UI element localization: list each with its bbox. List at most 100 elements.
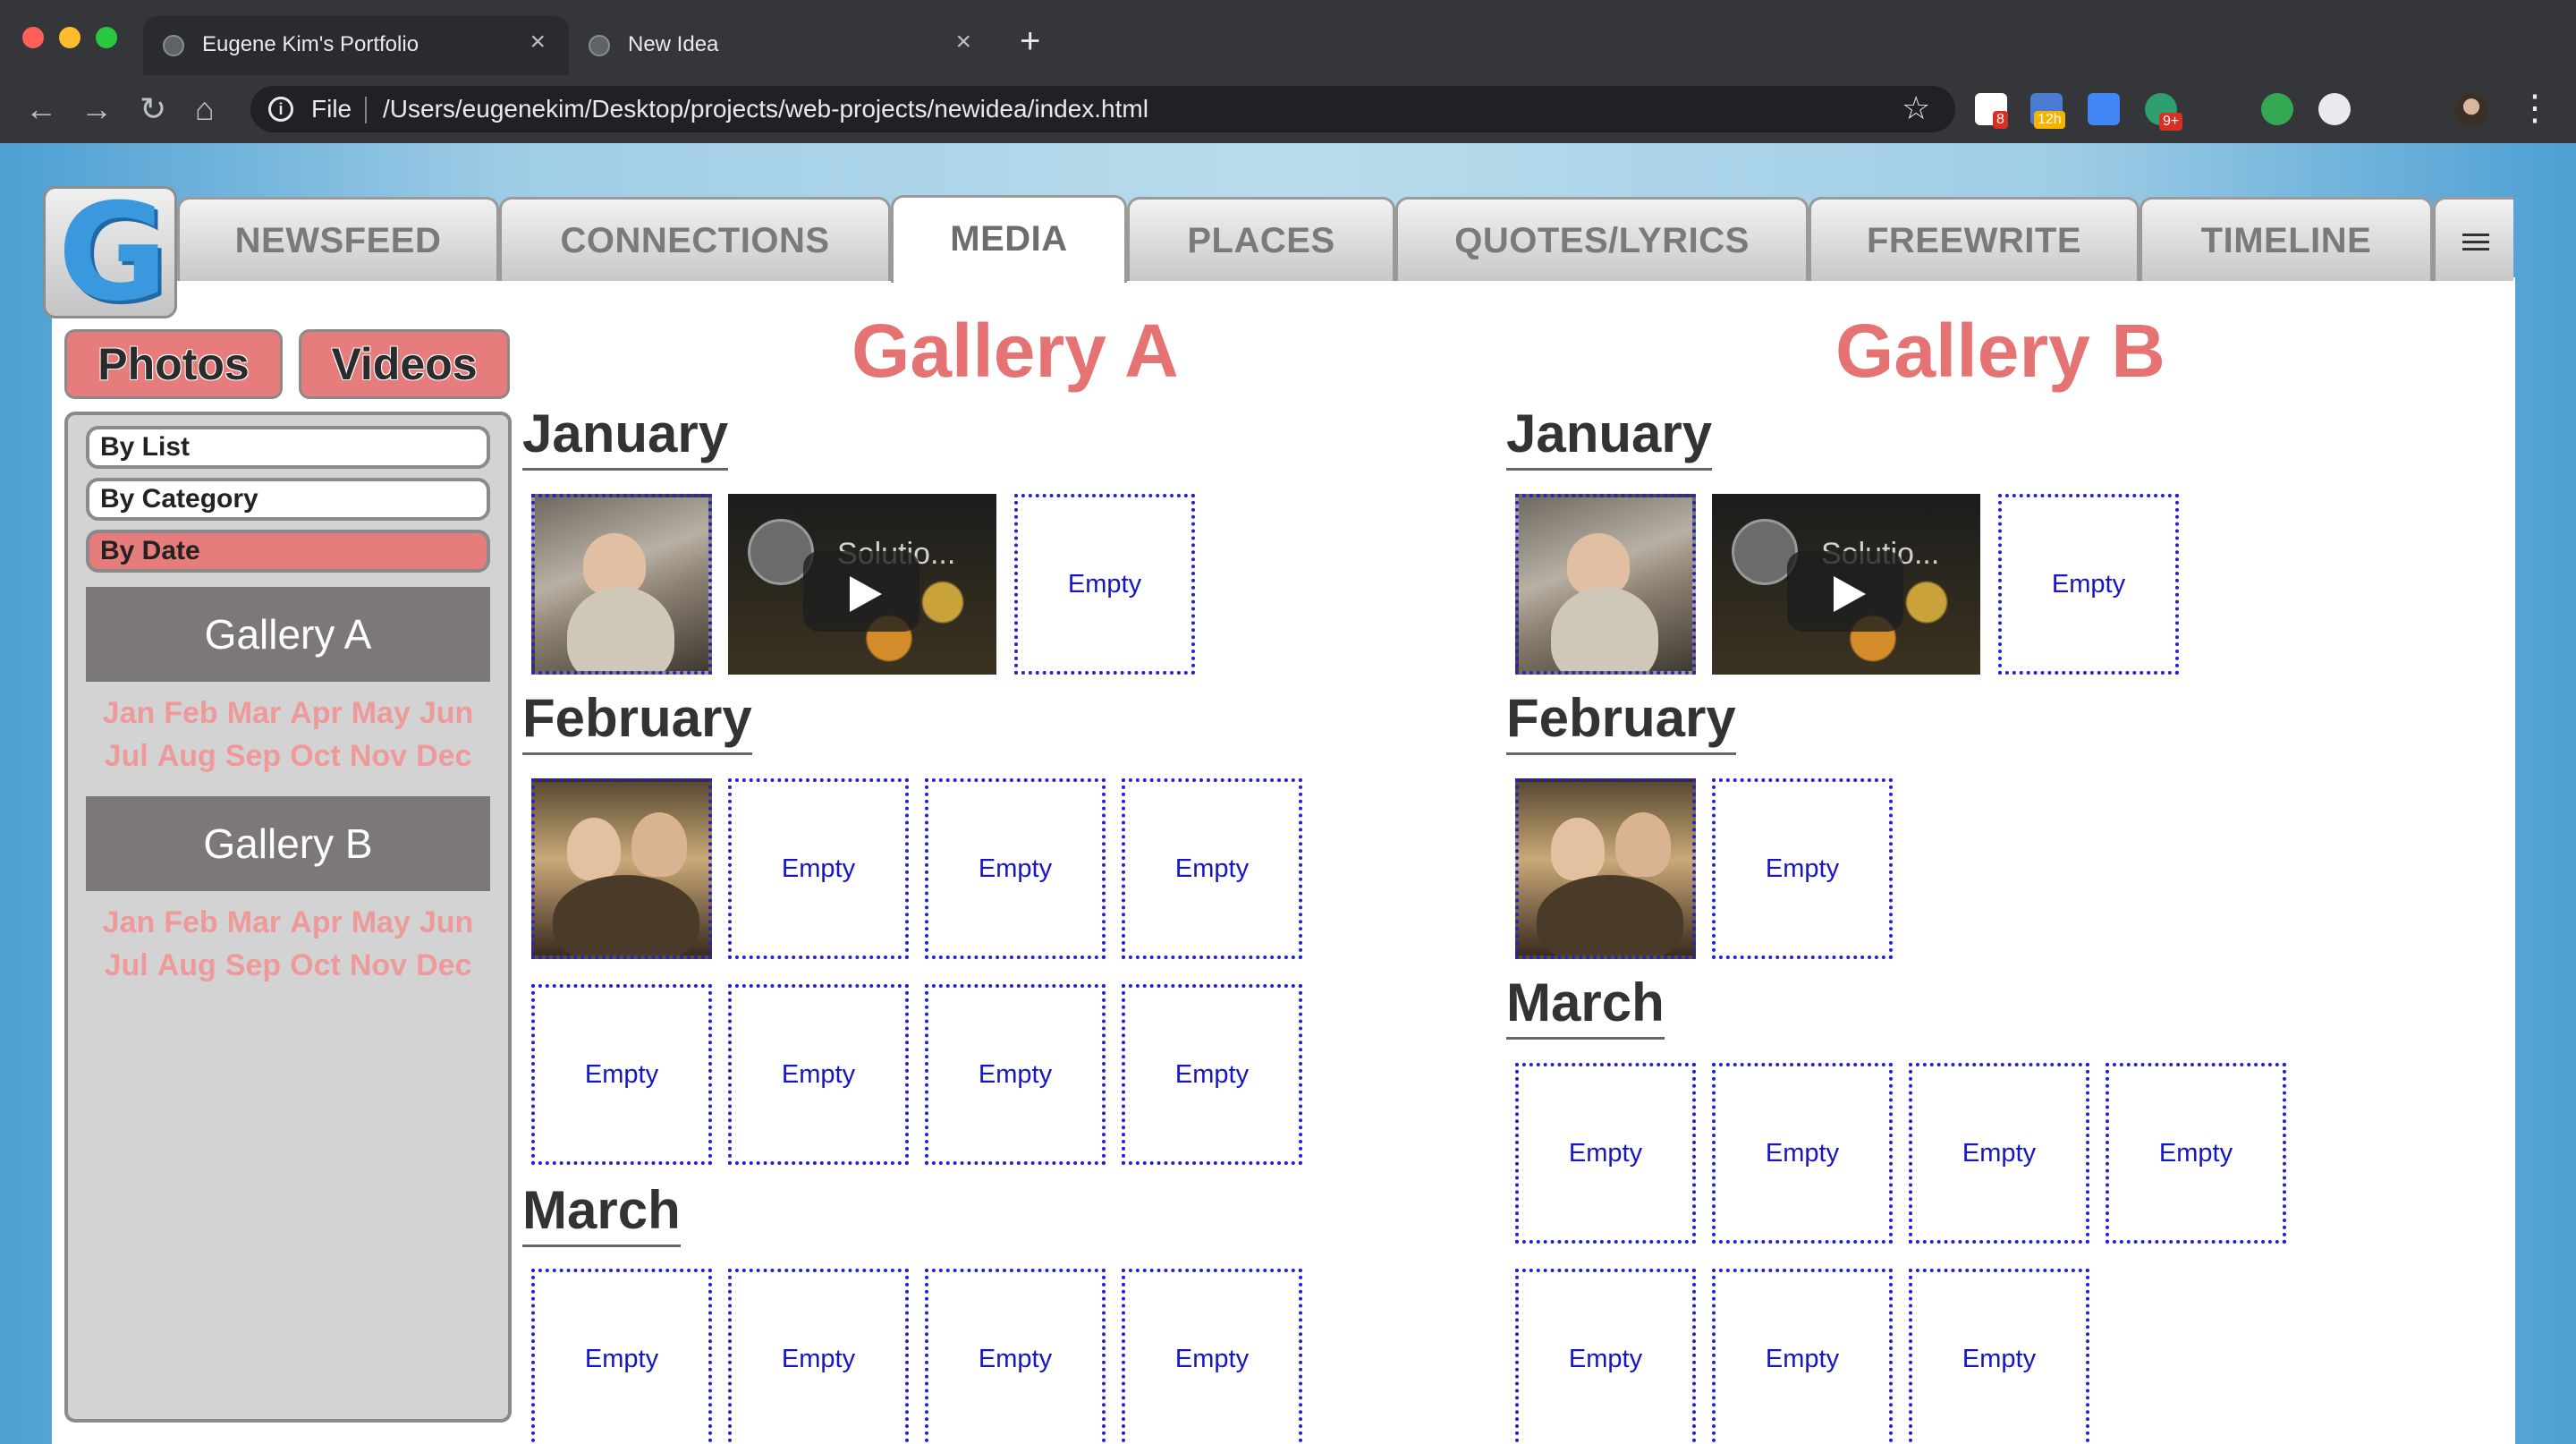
photo-thumbnail[interactable]	[1515, 494, 1696, 675]
empty-slot[interactable]: Empty	[728, 1269, 909, 1444]
month-link[interactable]: Feb	[164, 696, 217, 731]
close-tab-icon[interactable]: ×	[530, 27, 546, 57]
month-link[interactable]: Jun	[419, 696, 473, 731]
empty-slot[interactable]: Empty	[1122, 778, 1302, 959]
clock-extension-icon[interactable]	[2318, 93, 2351, 125]
empty-slot[interactable]: Empty	[531, 1269, 712, 1444]
month-link[interactable]: Feb	[164, 905, 217, 940]
photo-thumbnail[interactable]	[531, 494, 712, 675]
empty-slot[interactable]: Empty	[1122, 1269, 1302, 1444]
close-tab-icon[interactable]: ×	[955, 27, 971, 57]
tab-newsfeed[interactable]: NEWSFEED	[177, 197, 499, 281]
month-link[interactable]: Aug	[157, 739, 216, 774]
empty-slot[interactable]: Empty	[1712, 778, 1893, 959]
r-extension-icon[interactable]	[2202, 93, 2234, 125]
empty-slot[interactable]: Empty	[2106, 1063, 2286, 1244]
sidebar-gallery-b[interactable]: Gallery B	[86, 796, 490, 891]
home-icon[interactable]: ⌂	[195, 89, 215, 129]
gallery-a-months-row1: Jan Feb Mar Apr May Jun	[86, 696, 490, 731]
browser-menu-icon[interactable]: ⋮	[2517, 88, 2553, 129]
empty-slot[interactable]: Empty	[925, 1269, 1106, 1444]
empty-slot[interactable]: Empty	[925, 984, 1106, 1165]
sort-by-list-button[interactable]: By List	[86, 426, 490, 469]
grammarly-extension-icon[interactable]: 9+	[2145, 93, 2183, 131]
month-link[interactable]: Sep	[225, 948, 281, 983]
month-link[interactable]: Dec	[416, 948, 471, 983]
month-link[interactable]: Oct	[290, 948, 341, 983]
empty-slot[interactable]: Empty	[1909, 1063, 2089, 1244]
month-link[interactable]: Apr	[290, 696, 343, 731]
month-heading-january: January	[1506, 403, 1713, 471]
empty-slot[interactable]: Empty	[1712, 1063, 1893, 1244]
empty-slot[interactable]: Empty	[1998, 494, 2179, 675]
empty-slot[interactable]: Empty	[1122, 984, 1302, 1165]
empty-slot[interactable]: Empty	[728, 984, 909, 1165]
empty-slot[interactable]: Empty	[531, 984, 712, 1165]
tab-freewrite[interactable]: FREEWRITE	[1809, 197, 2140, 281]
new-tab-button[interactable]: +	[1020, 23, 1040, 59]
month-link[interactable]: Sep	[225, 739, 281, 774]
month-link[interactable]: Jan	[103, 696, 156, 731]
extension-badge: 9+	[2159, 113, 2183, 131]
video-thumbnail[interactable]: Solutio...	[1712, 494, 1980, 675]
globe-icon	[163, 35, 184, 56]
empty-slot[interactable]: Empty	[1712, 1269, 1893, 1444]
empty-slot[interactable]: Empty	[1515, 1063, 1696, 1244]
browser-tab-new-idea[interactable]: New Idea ×	[569, 16, 995, 75]
video-thumbnail[interactable]: Solutio...	[728, 494, 996, 675]
person-body	[1551, 587, 1658, 671]
photo-thumbnail[interactable]	[1515, 778, 1696, 959]
bookmark-star-icon[interactable]: ☆	[1902, 89, 1930, 127]
month-link[interactable]: Oct	[290, 739, 341, 774]
month-link[interactable]: May	[352, 905, 411, 940]
gmail-extension-icon[interactable]: 8	[1975, 93, 2008, 129]
browser-tab-portfolio[interactable]: Eugene Kim's Portfolio ×	[143, 16, 569, 75]
forward-icon[interactable]: →	[80, 89, 113, 129]
month-link[interactable]: Aug	[157, 948, 216, 983]
green-extension-icon[interactable]	[2261, 93, 2293, 125]
month-link[interactable]: Apr	[290, 905, 343, 940]
empty-slot[interactable]: Empty	[925, 778, 1106, 959]
month-link[interactable]: Mar	[227, 905, 281, 940]
tab-connections[interactable]: CONNECTIONS	[499, 197, 891, 281]
translate-extension-icon[interactable]	[2088, 93, 2120, 125]
empty-slot[interactable]: Empty	[1014, 494, 1195, 675]
sort-by-category-button[interactable]: By Category	[86, 478, 490, 521]
person-figure	[631, 812, 687, 877]
back-icon[interactable]: ←	[25, 89, 57, 129]
empty-slot[interactable]: Empty	[1515, 1269, 1696, 1444]
photo-thumbnail[interactable]	[531, 778, 712, 959]
tab-places[interactable]: PLACES	[1127, 197, 1395, 281]
month-link[interactable]: Jul	[105, 739, 148, 774]
window-maximize-button[interactable]	[96, 27, 117, 48]
month-link[interactable]: Jun	[419, 905, 473, 940]
info-icon[interactable]: i	[268, 97, 293, 122]
month-link[interactable]: Jan	[103, 905, 156, 940]
url-text[interactable]: /Users/eugenekim/Desktop/projects/web-pr…	[383, 95, 1148, 123]
month-link[interactable]: Nov	[350, 739, 407, 774]
tab-media[interactable]: MEDIA	[891, 195, 1127, 283]
tab-timeline[interactable]: TIMELINE	[2140, 197, 2433, 281]
profile-avatar[interactable]	[2454, 93, 2488, 127]
sort-by-date-button[interactable]: By Date	[86, 530, 490, 573]
globe-icon	[589, 35, 610, 56]
play-icon	[1834, 576, 1866, 612]
photos-button[interactable]: Photos	[64, 329, 283, 399]
month-link[interactable]: Jul	[105, 948, 148, 983]
hamburger-menu-icon[interactable]	[2433, 197, 2513, 281]
empty-slot[interactable]: Empty	[728, 778, 909, 959]
tab-quotes-lyrics[interactable]: QUOTES/LYRICS	[1395, 197, 1809, 281]
window-close-button[interactable]	[22, 27, 44, 48]
empty-slot[interactable]: Empty	[1909, 1269, 2089, 1444]
window-minimize-button[interactable]	[59, 27, 80, 48]
videos-button[interactable]: Videos	[299, 329, 510, 399]
month-link[interactable]: Dec	[416, 739, 471, 774]
month-link[interactable]: May	[352, 696, 411, 731]
app-logo[interactable]: G	[43, 186, 177, 320]
calendar-extension-icon[interactable]: 12h	[2030, 93, 2065, 129]
reload-icon[interactable]: ↻	[140, 89, 166, 129]
browser-chrome: Eugene Kim's Portfolio × New Idea × + ← …	[0, 0, 2576, 143]
month-link[interactable]: Nov	[350, 948, 407, 983]
month-link[interactable]: Mar	[227, 696, 281, 731]
sidebar-gallery-a[interactable]: Gallery A	[86, 587, 490, 682]
